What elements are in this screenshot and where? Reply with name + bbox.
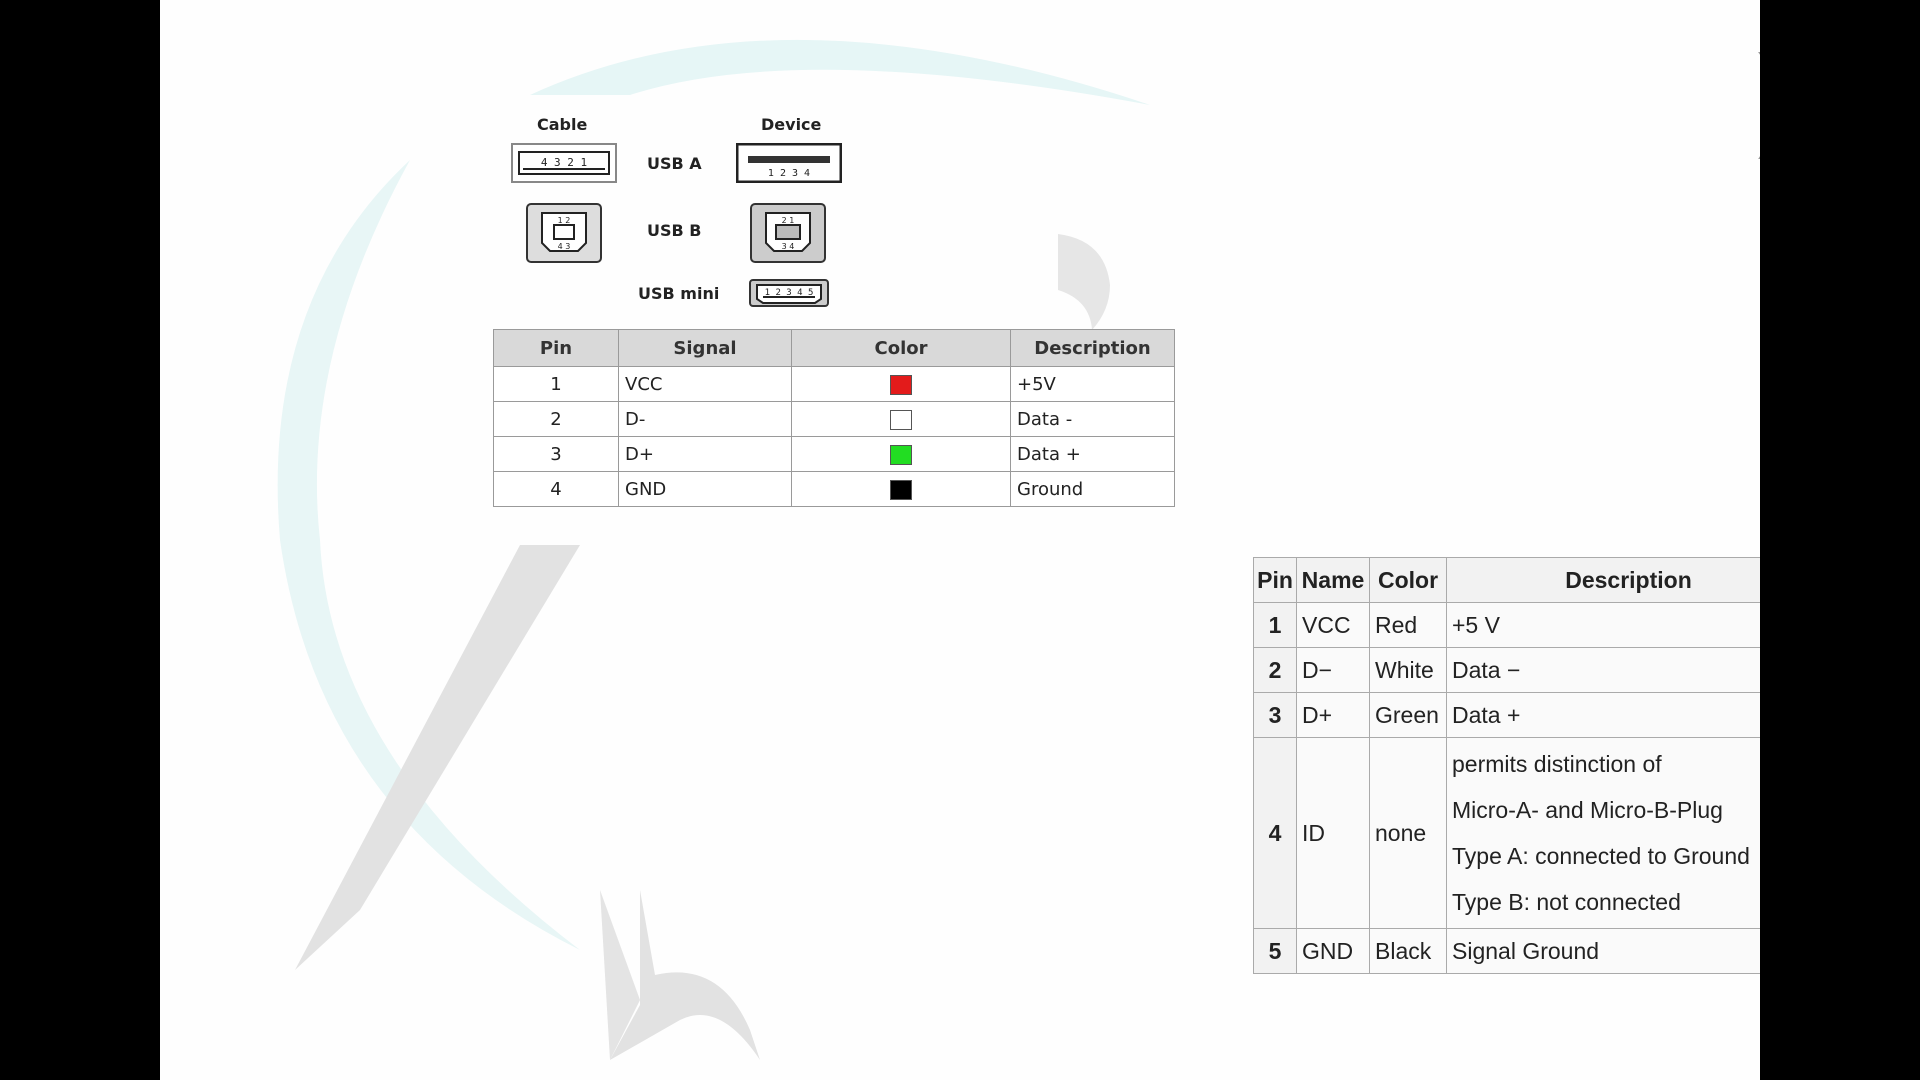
description-cell: Data - [1010,401,1175,437]
signal-cell: VCC [618,366,792,402]
usb-mini-label: USB mini [638,284,720,303]
table-row: 4 ID none permits distinction of Micro-A… [1253,737,1760,929]
color-swatch [890,409,912,430]
color-cell: none [1369,737,1447,929]
left-letterbox [0,0,160,1080]
pin-cell: 3 [493,436,619,472]
pin-cell: 4 [1253,737,1297,929]
name-cell: ID [1296,737,1370,929]
description-cell: +5 V [1446,602,1760,648]
color-cell: Green [1369,692,1447,738]
svg-text:3 4: 3 4 [782,242,795,251]
description-cell: Ground [1010,471,1175,507]
pin-cell: 5 [1253,928,1297,974]
table-header-row: Pin Name Color Description [1253,557,1760,603]
description-cell: Data + [1010,436,1175,472]
color-cell [791,366,1011,402]
description-line: permits distinction of [1452,751,1662,777]
table-row: 4 GND Ground [493,471,1175,507]
svg-text:4 3: 4 3 [558,242,571,251]
usb-a-device-pin-numbers: 1 2 3 4 [768,168,810,179]
header-name: Name [1296,557,1370,603]
svg-text:1 2: 1 2 [558,216,571,225]
cable-header: Cable [537,115,588,134]
slide: Cable Device USB A USB B USB mini 4 3 2 … [160,0,1760,1080]
table-row: 1 VCC +5V [493,366,1175,402]
description-cell: Data − [1446,647,1760,693]
svg-text:1 2 3 4 5: 1 2 3 4 5 [765,288,814,298]
description-line: Type B: not connected [1452,889,1681,915]
color-cell [791,401,1011,437]
color-swatch [890,374,912,395]
header-signal: Signal [618,329,792,367]
description-cell: +5V [1010,366,1175,402]
svg-text:2 1: 2 1 [782,216,795,225]
pin-cell: 2 [493,401,619,437]
table-row: 2 D- Data - [493,401,1175,437]
signal-cell: D+ [618,436,792,472]
description-cell: Signal Ground [1446,928,1760,974]
color-swatch [890,444,912,465]
usb-a-cable-connector-icon: 4 3 2 1 [511,143,617,183]
name-cell: VCC [1296,602,1370,648]
usb-mini-connector-icon: 1 2 3 4 5 [749,279,829,307]
usb-a-label: USB A [647,154,702,173]
usb-b-label: USB B [647,221,702,240]
table-row: 3 D+ Data + [493,436,1175,472]
usb-b-device-connector-icon: 2 1 3 4 [750,203,826,263]
table-row: 5 GND Black Signal Ground [1253,928,1760,974]
header-pin: Pin [493,329,619,367]
color-cell: Red [1369,602,1447,648]
description-line: Type A: connected to Ground [1452,843,1750,869]
description-cell: Data + [1446,692,1760,738]
micro-usb-pinout-table: Pin Name Color Description 1 VCC Red +5 … [1253,557,1760,974]
header-color: Color [791,329,1011,367]
usb-b-cable-connector-icon: 1 2 4 3 [526,203,602,263]
pin-cell: 2 [1253,647,1297,693]
right-letterbox [1760,0,1920,1080]
name-cell: D+ [1296,692,1370,738]
color-cell [791,471,1011,507]
color-swatch [890,479,912,500]
brand-logo-icon [1758,52,1760,159]
table-row: 2 D− White Data − [1253,647,1760,693]
table-header-row: Pin Signal Color Description [493,329,1175,367]
table-row: 3 D+ Green Data + [1253,692,1760,738]
description-line: Micro-A- and Micro-B-Plug [1452,797,1723,823]
pin-cell: 1 [493,366,619,402]
name-cell: GND [1296,928,1370,974]
header-description: Description [1446,557,1760,603]
header-pin: Pin [1253,557,1297,603]
table-row: 1 VCC Red +5 V [1253,602,1760,648]
pin-cell: 3 [1253,692,1297,738]
header-color: Color [1369,557,1447,603]
color-cell [791,436,1011,472]
header-description: Description [1010,329,1175,367]
name-cell: D− [1296,647,1370,693]
pin-cell: 1 [1253,602,1297,648]
signal-cell: D- [618,401,792,437]
device-header: Device [761,115,822,134]
usb-pinout-table: Pin Signal Color Description 1 VCC +5V 2… [493,329,1175,507]
color-cell: Black [1369,928,1447,974]
usb-a-cable-pin-numbers: 4 3 2 1 [541,156,587,169]
pin-cell: 4 [493,471,619,507]
signal-cell: GND [618,471,792,507]
description-cell: permits distinction of Micro-A- and Micr… [1446,737,1760,929]
color-cell: White [1369,647,1447,693]
usb-a-device-connector-icon: 1 2 3 4 [736,143,842,183]
